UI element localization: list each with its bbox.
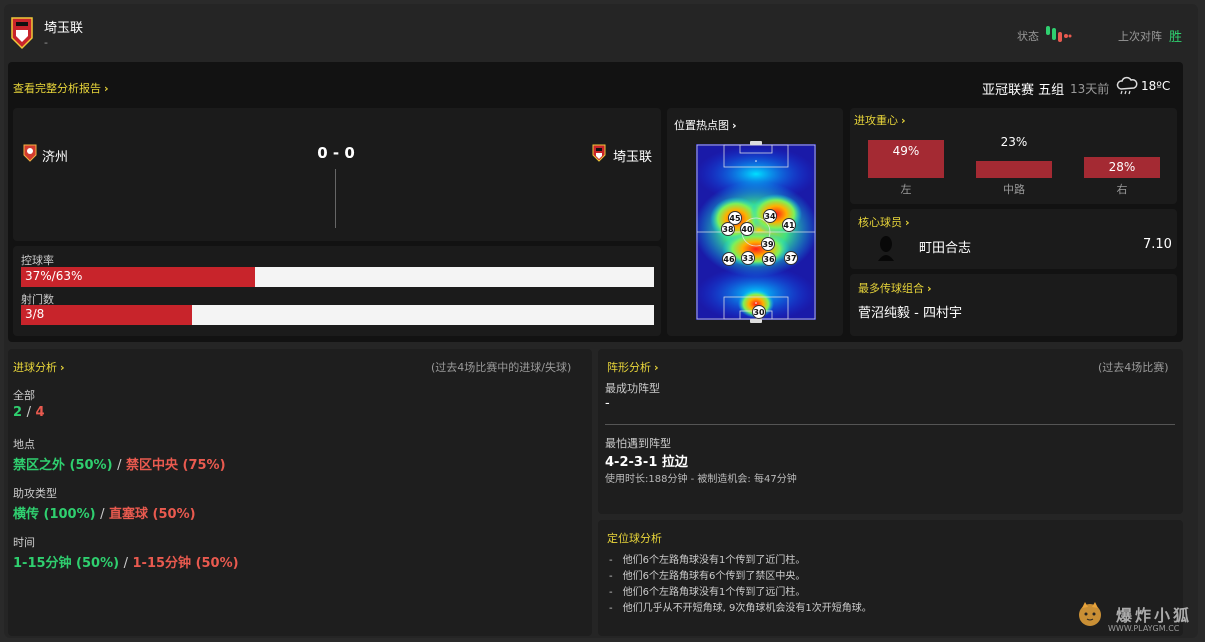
formation-title-link[interactable]: 阵形分析 › [607,359,659,375]
zone-right-label: 右 [1116,183,1128,196]
player-marker[interactable]: 30 [752,305,766,319]
best-formation-value: - [605,396,610,411]
time-values: 1-15分钟 (50%) / 1-15分钟 (50%) [13,552,239,571]
heatmap-pitch: 45 34 38 40 41 39 46 33 36 37 30 [694,141,818,323]
zone-left-value: 49% [892,144,920,158]
player-marker[interactable]: 37 [784,251,798,265]
location-conceded: 禁区中央 (75%) [125,458,226,473]
team-crest-icon [10,16,34,50]
assist-label: 助攻类型 [13,487,57,500]
zone-right-value: 28% [1108,160,1136,174]
list-item: - 他们6个左路角球有6个传到了禁区中央。 [609,571,806,582]
player-marker[interactable]: 36 [762,252,776,266]
formation-card [598,349,1183,514]
assist-conceded: 直塞球 (50%) [109,507,196,522]
all-scored: 2 [13,405,23,420]
watermark-url: WWW.PLAYGM.CC [1108,624,1180,633]
list-item: - 他们6个左路角球没有1个传到了近门柱。 [609,555,806,566]
passing-combo-title-link[interactable]: 最多传球组合 › [858,280,932,296]
score-card [13,108,661,241]
attack-focus-title-link[interactable]: 进攻重心 › [854,112,906,128]
player-marker[interactable]: 38 [721,222,735,236]
assist-scored: 横传 (100%) [13,507,96,522]
watermark-text: 爆炸小狐 [1116,606,1193,625]
passing-combo-value: 菅沼纯毅 - 四村宇 [858,306,962,321]
form-indicator-icon [1046,26,1072,44]
all-label: 全部 [13,389,35,402]
away-team-name: 埼玉联 [613,150,653,165]
location-separator: / [117,458,122,473]
away-crest-icon [592,144,606,162]
match-score: 0 - 0 [317,144,355,162]
assist-values: 横传 (100%) / 直塞球 (50%) [13,503,196,522]
best-formation-label: 最成功阵型 [605,382,660,395]
key-player-title-link[interactable]: 核心球员 › [858,214,910,230]
player-marker[interactable]: 39 [761,237,775,251]
zone-bar-center [976,161,1052,178]
home-crest-icon [23,144,37,162]
location-values: 禁区之外 (50%) / 禁区中央 (75%) [13,454,226,473]
zone-center-value: 23% [1000,135,1028,149]
player-marker[interactable]: 33 [741,251,755,265]
form-label: 状态 [1017,30,1039,43]
player-marker[interactable]: 34 [763,209,777,223]
time-scored: 1-15分钟 (50%) [13,556,120,571]
time-separator: / [123,556,128,571]
set-pieces-title: 定位球分析 [607,532,662,545]
shots-value: 3/8 [25,307,45,321]
all-separator: / [26,405,31,420]
competition-name: 亚冠联赛 五组 [982,83,1065,98]
match-preview-panel: 埼玉联 - 状态 上次对阵 胜 查看完整分析报告 › 亚冠联赛 五组 13天前 1… [4,4,1198,638]
last-match-label: 上次对阵 [1118,30,1162,43]
assist-separator: / [100,507,105,522]
last-match-result: 胜 [1169,30,1183,45]
team-name: 埼玉联 [44,21,84,36]
time-conceded: 1-15分钟 (50%) [132,556,239,571]
possession-value: 37%/63% [25,269,83,283]
goal-top [750,141,762,145]
formation-note: (过去4场比赛) [1098,361,1169,374]
match-time-ago: 13天前 [1070,82,1110,96]
full-report-link[interactable]: 查看完整分析报告 › [13,80,109,96]
key-player-name[interactable]: 町田合志 [919,237,971,256]
player-marker[interactable]: 46 [722,252,736,266]
team-subtitle: - [44,36,48,49]
worst-formation-label: 最怕遇到阵型 [605,437,671,450]
player-avatar-icon [876,235,896,261]
player-marker[interactable]: 41 [782,218,796,232]
all-conceded: 4 [35,405,45,420]
watermark-fox-icon [1076,600,1104,628]
worst-formation-value: 4-2-3-1 拉边 [605,455,688,470]
possession-bar: 37%/63% [21,267,654,287]
player-marker[interactable]: 40 [740,222,754,236]
goals-analysis-card [8,349,592,636]
list-item: - 他们几乎从不开短角球, 9次角球机会没有1次开短角球。 [609,603,872,614]
home-team-name: 济州 [42,150,69,165]
goals-analysis-title-link[interactable]: 进球分析 › [13,359,65,375]
goals-analysis-note: (过去4场比赛中的进球/失球) [431,361,572,374]
worst-formation-detail: 使用时长:188分钟 - 被制造机会: 每47分钟 [605,474,797,485]
shots-bar-fill [21,305,192,325]
all-values: 2 / 4 [13,405,45,420]
shots-bar: 3/8 [21,305,654,325]
temperature: 18ºC [1141,79,1171,93]
zone-left-label: 左 [900,183,912,196]
heatmap-title-link[interactable]: 位置热点图 › [674,117,737,133]
formation-divider [605,424,1175,425]
zone-center-label: 中路 [1003,183,1025,196]
list-item: - 他们6个左路角球没有1个传到了远门柱。 [609,587,806,598]
location-label: 地点 [13,438,35,451]
weather-cloud-icon [1116,76,1138,96]
possession-label: 控球率 [21,254,54,267]
key-player-rating: 7.10 [1143,237,1172,252]
time-label: 时间 [13,536,35,549]
timeline-divider [335,169,336,228]
set-pieces-list: - 他们6个左路角球没有1个传到了近门柱。 - 他们6个左路角球有6个传到了禁区中央… [609,551,872,615]
location-scored: 禁区之外 (50%) [13,458,113,473]
